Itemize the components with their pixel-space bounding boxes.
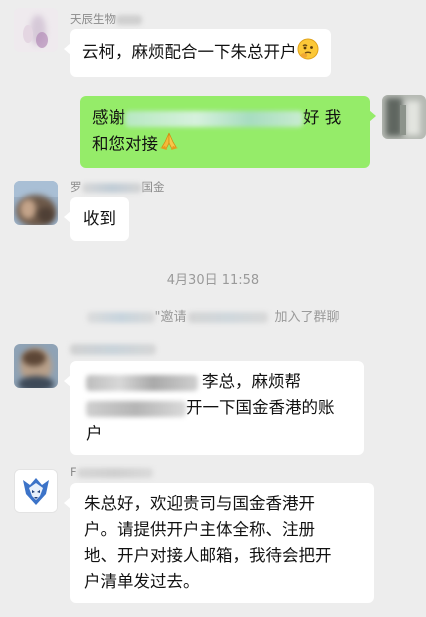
avatar-image-icon <box>382 95 426 139</box>
redacted-text <box>76 467 153 478</box>
message-line: 和您对接 <box>92 131 358 159</box>
redacted-text <box>70 344 156 355</box>
avatar-image-icon <box>14 8 58 52</box>
message-line: 朱总好，欢迎贵司与国金香港开 <box>84 494 315 513</box>
avatar[interactable] <box>14 469 58 513</box>
avatar-image-icon <box>14 181 58 225</box>
message-bubble-outgoing[interactable]: 感谢好 我 和您对接 <box>80 96 376 168</box>
message-line: 户 <box>86 424 103 443</box>
message-line: 李总，麻烦帮 <box>86 369 350 395</box>
message-line: 感谢好 我 <box>92 108 342 127</box>
redacted-text <box>188 312 269 323</box>
message-line: 户。请提供开户主体全称、注册 <box>84 520 315 539</box>
message-line: 户清单发过去。 <box>84 572 200 591</box>
timestamp: 4月30日 11:58 <box>166 273 260 288</box>
message-text: 云柯，麻烦配合一下朱总开户 <box>82 42 297 62</box>
avatar-image-icon <box>14 344 58 388</box>
sender-name: 罗国金 <box>70 180 165 194</box>
message-bubble[interactable]: 朱总好，欢迎贵司与国金香港开 户。请提供开户主体全称、注册 地、开户对接人邮箱，… <box>64 483 374 603</box>
avatar[interactable] <box>14 181 58 225</box>
message-line: 地、开户对接人邮箱，我待会把开 <box>84 546 332 565</box>
sender-name: F <box>70 465 153 479</box>
redacted-text <box>125 110 303 127</box>
message-bubble[interactable]: 云柯，麻烦配合一下朱总开户 <box>64 29 331 77</box>
system-join-notice: "邀请 加入了群聊 <box>0 306 426 325</box>
message-bubble[interactable]: 李总，麻烦帮 开一下国金香港的账 户 <box>64 361 364 455</box>
message-bubble[interactable]: 收到 <box>64 197 129 241</box>
my-avatar[interactable] <box>382 95 426 139</box>
folded-hands-icon <box>158 131 180 159</box>
sender-name: 天辰生物 <box>70 11 142 27</box>
sender-name <box>70 342 156 356</box>
wolf-logo-icon <box>15 470 57 512</box>
redacted-text <box>81 182 142 193</box>
redacted-text <box>116 14 142 25</box>
avatar[interactable] <box>14 344 58 388</box>
redacted-text <box>86 400 186 417</box>
message-line: 开一下国金香港的账 <box>86 395 350 421</box>
message-text: 收到 <box>83 209 116 228</box>
thinking-face-icon <box>297 38 319 68</box>
avatar[interactable] <box>14 8 58 52</box>
redacted-text <box>86 374 198 391</box>
redacted-text <box>86 312 155 323</box>
